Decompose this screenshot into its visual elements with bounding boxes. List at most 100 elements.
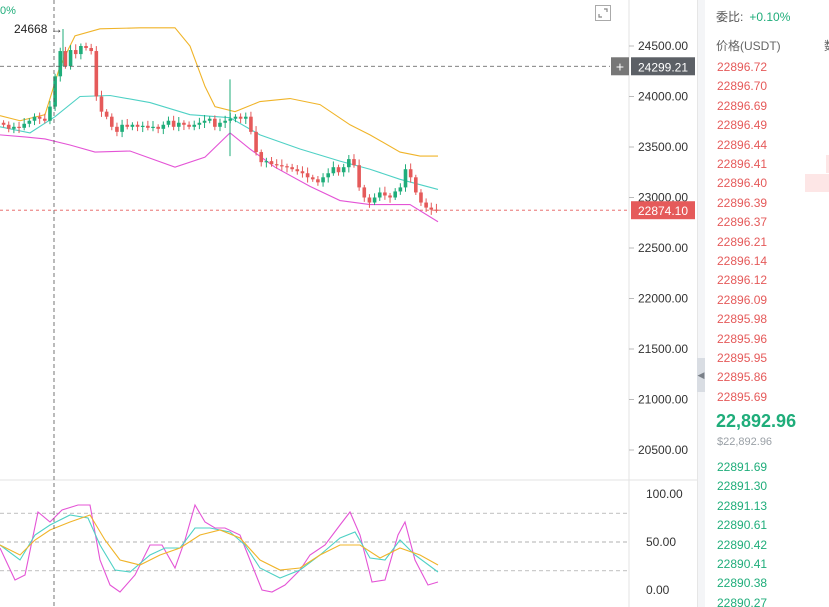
k-line <box>0 503 439 593</box>
crosshair-high-label: 24668 → <box>14 22 63 36</box>
price-tick-label: 24500.00 <box>638 39 688 53</box>
price-chart-area[interactable]: 24500.00 24000.00 23500.00 23000.00 22500.00… <box>0 0 697 607</box>
bid-row[interactable]: 22891.13 <box>717 497 767 515</box>
candle-body <box>84 46 88 49</box>
candle-body <box>249 116 253 132</box>
ask-row[interactable]: 22896.14 <box>717 252 767 270</box>
candle-body <box>336 167 341 173</box>
candle-body <box>285 166 289 168</box>
candle-body <box>48 106 52 121</box>
candle-body <box>135 124 140 127</box>
candle-body <box>12 126 16 129</box>
ask-row[interactable]: 22896.41 <box>717 155 767 173</box>
lower-band-line <box>0 132 439 223</box>
candle-body <box>223 120 227 123</box>
ask-row[interactable]: 22895.86 <box>717 368 767 386</box>
price-tick-label: 23500.00 <box>638 140 688 154</box>
candle-body <box>202 120 207 123</box>
ask-row[interactable]: 22896.37 <box>717 213 767 231</box>
candle-body <box>27 120 32 124</box>
candle-body <box>238 116 243 119</box>
bid-row[interactable]: 22890.61 <box>717 516 767 534</box>
indicator-tick-label: 0.00 <box>646 583 670 597</box>
ask-row[interactable]: 22896.09 <box>717 291 767 309</box>
candle-body <box>151 126 155 128</box>
candle-body <box>243 116 248 119</box>
price-tick-label: 22000.00 <box>638 292 688 306</box>
candle-body <box>161 124 166 129</box>
ask-row[interactable]: 22895.69 <box>717 388 767 406</box>
candle-body <box>213 118 217 127</box>
candlestick-series <box>1 29 439 215</box>
candle-body <box>187 124 191 127</box>
indicator-tick-label: 50.00 <box>646 535 676 549</box>
current-price-value: 22874.10 <box>638 204 688 218</box>
ask-row[interactable]: 22896.40 <box>717 174 767 192</box>
candle-body <box>140 125 145 127</box>
candle-body <box>362 187 367 198</box>
ask-row[interactable]: 22896.44 <box>717 136 767 154</box>
candle-body <box>17 126 21 128</box>
ask-row[interactable]: 22896.72 <box>717 58 767 76</box>
candle-body <box>414 177 418 193</box>
candle-body <box>42 118 47 121</box>
change-percent-label: 0% <box>0 5 16 17</box>
ask-row[interactable]: 22896.12 <box>717 271 767 289</box>
bid-row[interactable]: 22890.41 <box>717 555 767 573</box>
ask-row[interactable]: 22896.39 <box>717 194 767 212</box>
candle-body <box>259 152 264 163</box>
candle-body <box>419 192 423 203</box>
candle-body <box>269 161 274 165</box>
candle-body <box>377 192 382 198</box>
bid-row[interactable]: 22890.38 <box>717 574 767 592</box>
candle-body <box>321 177 325 183</box>
candle-body <box>305 173 310 178</box>
ask-row[interactable]: 22896.69 <box>717 97 767 115</box>
candle-body <box>316 179 320 183</box>
collapse-panel-handle[interactable]: ◀ <box>697 358 705 392</box>
candle-body <box>146 125 150 128</box>
bid-row[interactable]: 22891.30 <box>717 477 767 495</box>
d-line <box>0 514 439 579</box>
candle-body <box>295 169 300 172</box>
price-tick-label: 24000.00 <box>638 90 688 104</box>
candlestick-chart[interactable]: 24500.0024000.0023500.0023000.0022500.00… <box>0 0 697 607</box>
bid-row[interactable]: 22891.69 <box>717 458 767 476</box>
ask-row[interactable]: 22896.21 <box>717 233 767 251</box>
candle-body <box>280 165 284 167</box>
candle-body <box>79 46 83 55</box>
candle-body <box>218 122 222 127</box>
candle-body <box>300 171 305 174</box>
price-tick-label: 22500.00 <box>638 241 688 255</box>
candle-body <box>408 169 413 178</box>
candle-body <box>6 124 11 129</box>
candle-body <box>166 120 171 125</box>
price-tick-label: 20500.00 <box>638 443 688 457</box>
ask-row[interactable]: 22895.98 <box>717 310 767 328</box>
ask-row[interactable]: 22896.49 <box>717 116 767 134</box>
bid-ask-ratio: 委比: +0.10% <box>716 8 790 25</box>
ratio-label: 委比: <box>716 10 744 24</box>
fullscreen-icon[interactable] <box>595 5 611 21</box>
ask-row[interactable]: 22895.95 <box>717 349 767 367</box>
ask-row[interactable]: 22895.96 <box>717 330 767 348</box>
candle-body <box>94 51 99 97</box>
candle-body <box>120 124 124 132</box>
candle-body <box>367 197 372 203</box>
candle-body <box>73 50 78 55</box>
price-tick-label: 21500.00 <box>638 342 688 356</box>
amount-column-header: 数 <box>824 37 829 54</box>
candle-body <box>310 177 315 180</box>
candle-body <box>32 116 37 121</box>
ask-depth-bar <box>805 174 829 192</box>
price-column-header: 价格(USDT) <box>716 39 781 53</box>
ask-row[interactable]: 22896.70 <box>717 77 767 95</box>
candle-body <box>403 169 408 188</box>
candle-body <box>434 209 439 211</box>
bid-row[interactable]: 22890.42 <box>717 536 767 554</box>
bid-row[interactable]: 22890.27 <box>717 594 767 607</box>
candle-body <box>115 126 119 132</box>
candle-body <box>109 116 114 127</box>
candle-body <box>22 123 26 128</box>
candle-body <box>176 122 181 127</box>
